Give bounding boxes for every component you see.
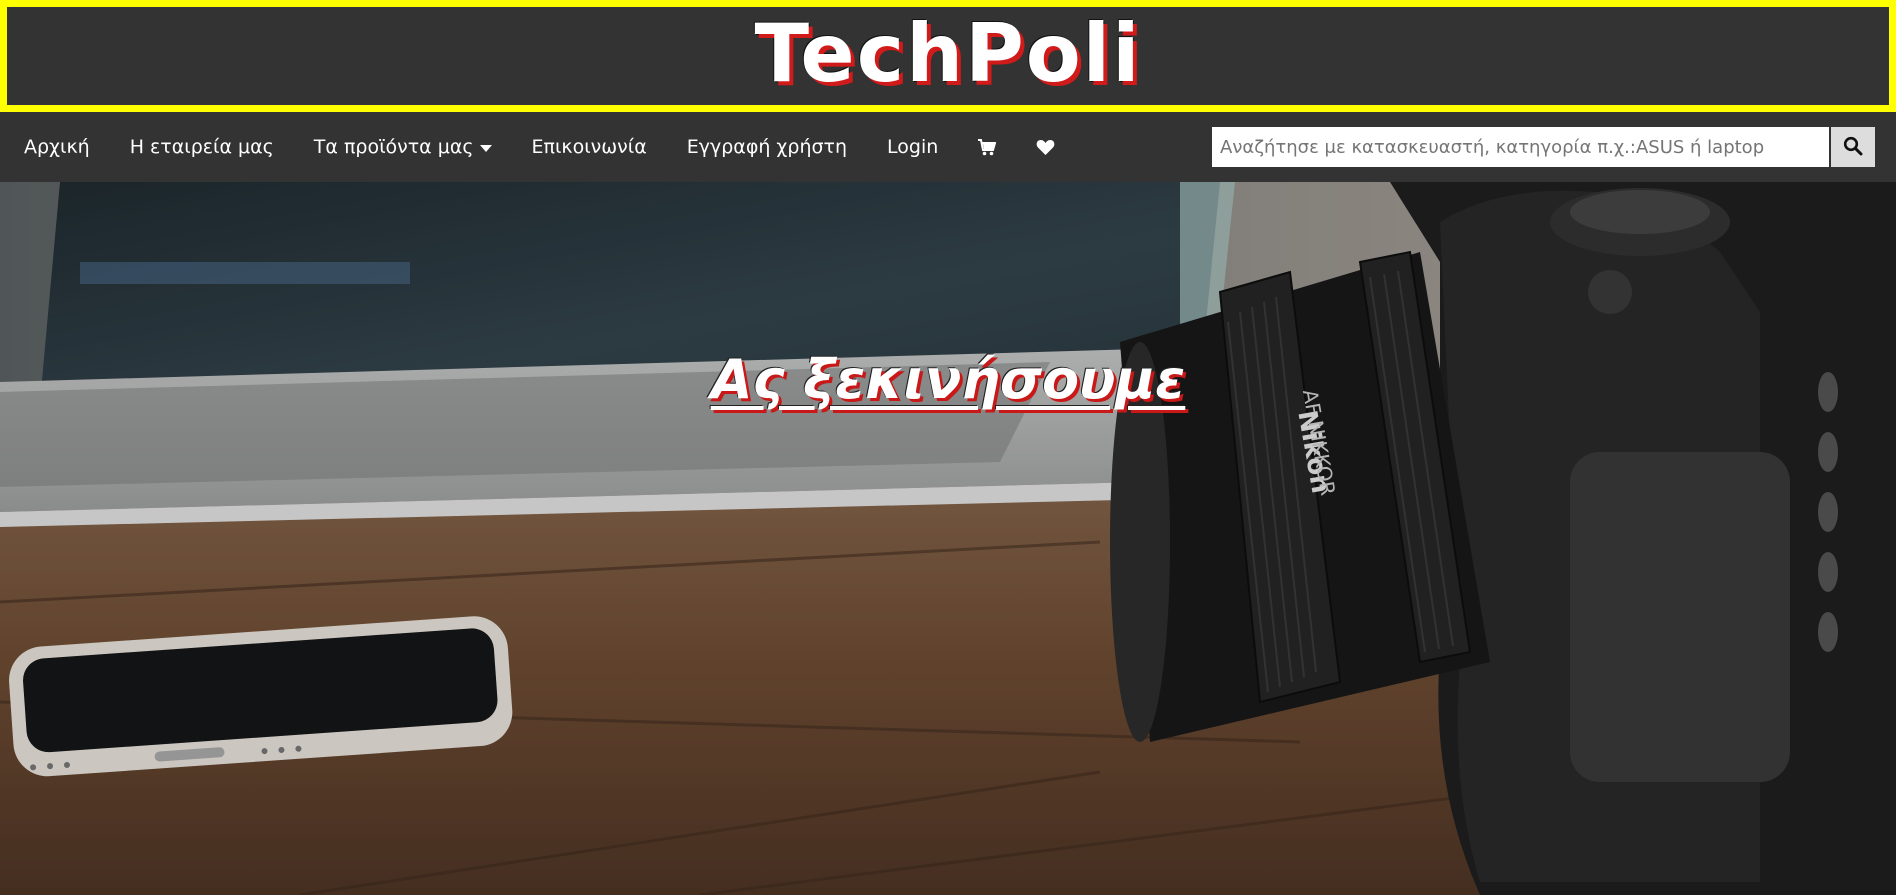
cart-icon xyxy=(978,138,997,156)
search-icon xyxy=(1843,136,1863,159)
cart-button[interactable] xyxy=(958,112,1016,182)
hero-background-image: Nikon AF NIKKOR xyxy=(0,182,1896,895)
site-logo[interactable]: TechPoli xyxy=(754,14,1141,94)
nav-home-label: Αρχική xyxy=(24,136,90,158)
search-form xyxy=(1212,127,1875,167)
nav-about-label: Η εταιρεία μας xyxy=(129,136,274,158)
search-input[interactable] xyxy=(1212,127,1829,167)
nav-login-label: Login xyxy=(887,136,939,158)
nav-register-label: Εγγραφή χρήστη xyxy=(686,136,848,158)
heart-icon xyxy=(1036,139,1055,156)
site-header: TechPoli xyxy=(0,0,1896,112)
nav-home[interactable]: Αρχική xyxy=(0,112,110,182)
nav-register[interactable]: Εγγραφή χρήστη xyxy=(667,112,867,182)
hero-title: Ας ξεκινήσουμε xyxy=(710,348,1186,412)
nav-contact[interactable]: Επικοινωνία xyxy=(512,112,667,182)
nav-about[interactable]: Η εταιρεία μας xyxy=(110,112,294,182)
main-navbar: Αρχική Η εταιρεία μας Τα προϊόντα μας Επ… xyxy=(0,112,1896,182)
nav-products-label: Τα προϊόντα μας xyxy=(313,136,474,158)
caret-down-icon xyxy=(479,144,492,152)
nav-contact-label: Επικοινωνία xyxy=(531,136,647,158)
nav-login[interactable]: Login xyxy=(867,112,958,182)
hero-banner: Nikon AF NIKKOR Ας ξεκινήσουμε xyxy=(0,182,1896,895)
wishlist-button[interactable] xyxy=(1016,112,1075,182)
search-button[interactable] xyxy=(1831,127,1875,167)
page: TechPoli Αρχική Η εταιρεία μας Τα προϊόν… xyxy=(0,0,1896,895)
nav-products-dropdown[interactable]: Τα προϊόντα μας xyxy=(294,112,512,182)
